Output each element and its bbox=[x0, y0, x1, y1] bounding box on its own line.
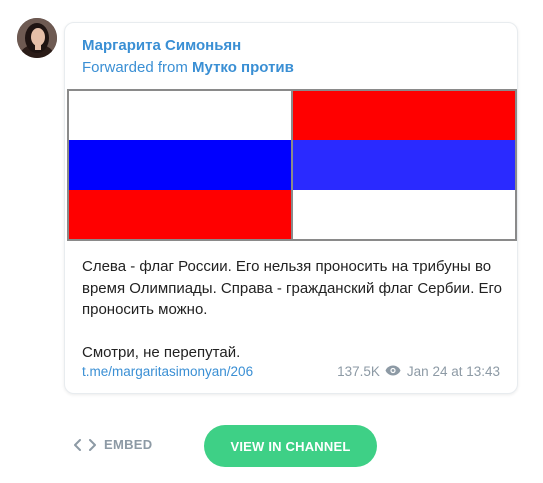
message-paragraph: Слева - флаг России. Его нельзя проносит… bbox=[82, 258, 503, 318]
message-paragraph: Смотри, не перепутай. bbox=[82, 343, 241, 361]
attached-photo[interactable] bbox=[67, 89, 517, 241]
flag-stripe-blue bbox=[293, 140, 515, 190]
flag-stripe-red bbox=[69, 189, 291, 239]
serbia-civil-flag bbox=[293, 91, 515, 239]
avatar-photo bbox=[17, 18, 57, 58]
eye-icon bbox=[385, 364, 401, 379]
embed-label: EMBED bbox=[104, 437, 153, 452]
post-timestamp: Jan 24 at 13:43 bbox=[406, 364, 500, 379]
post-link[interactable]: t.me/margaritasimonyan/206 bbox=[82, 364, 253, 379]
view-count: 137.5K bbox=[337, 364, 380, 379]
flag-stripe-white bbox=[293, 189, 515, 239]
flag-stripe-white bbox=[69, 91, 291, 141]
flag-stripe-blue bbox=[69, 140, 291, 190]
code-brackets-icon bbox=[74, 438, 96, 451]
flag-stripe-red bbox=[293, 91, 515, 141]
forwarded-prefix: Forwarded from bbox=[82, 59, 193, 76]
forwarded-source-link[interactable]: Мутко против bbox=[192, 59, 294, 76]
view-in-channel-button[interactable]: VIEW IN CHANNEL bbox=[204, 425, 377, 467]
message-card: Маргарита Симоньян Forwarded from Мутко … bbox=[64, 22, 518, 394]
post-meta: 137.5K Jan 24 at 13:43 bbox=[337, 364, 500, 379]
forwarded-from: Forwarded from Мутко против bbox=[82, 59, 294, 76]
embed-button[interactable]: EMBED bbox=[74, 437, 152, 452]
author-name[interactable]: Маргарита Симоньян bbox=[82, 37, 241, 54]
russia-flag bbox=[69, 91, 291, 239]
message-text: Слева - флаг России. Его нельзя проносит… bbox=[82, 256, 507, 363]
avatar[interactable] bbox=[17, 18, 57, 58]
